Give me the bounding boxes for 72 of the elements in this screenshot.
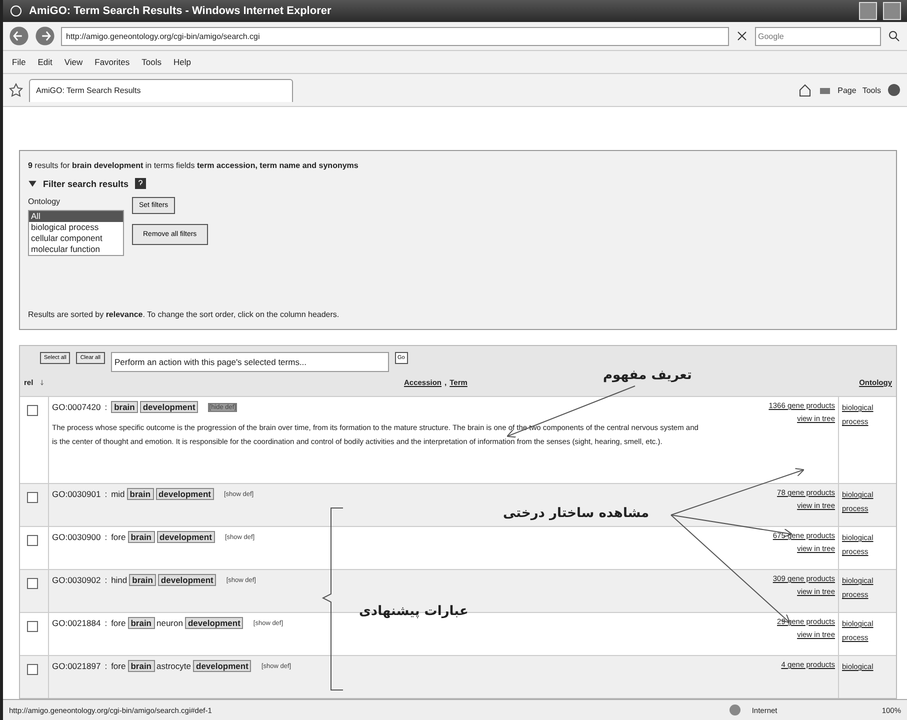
colon-separator: : (104, 575, 108, 585)
term-word: brain (128, 531, 154, 543)
row-checkbox[interactable] (27, 535, 38, 546)
colon-separator: : (104, 618, 108, 628)
ontology-option[interactable]: cellular component (29, 233, 123, 244)
ontology-option[interactable]: molecular function (29, 244, 123, 256)
menu-item[interactable]: Edit (34, 57, 56, 67)
home-icon (798, 83, 812, 97)
term-word: development (140, 401, 198, 413)
command-button[interactable]: Tools (862, 86, 881, 94)
minimize-button[interactable] (859, 2, 877, 20)
menu-item[interactable]: View (61, 57, 86, 67)
colon-separator: : (104, 661, 108, 671)
address-field[interactable]: http://amigo.geneontology.org/cgi-bin/amigo/search.cgi (61, 26, 729, 46)
forward-icon (35, 26, 55, 46)
filter-heading[interactable]: Filter search results (43, 178, 129, 188)
maximize-button[interactable] (883, 2, 901, 20)
menu-item[interactable]: File (9, 57, 29, 67)
accession-id: GO:0021884 (52, 618, 101, 628)
browser-tab[interactable]: AmiGO: Term Search Results (29, 78, 293, 102)
term-word: neuron (156, 618, 183, 628)
ontology-label: Ontology (28, 197, 62, 206)
term-word: brain (129, 574, 156, 586)
triangle-down-icon[interactable] (28, 179, 37, 188)
ontology-option[interactable]: biological process (29, 222, 123, 234)
star-icon (9, 83, 23, 97)
close-icon (735, 29, 749, 43)
row-checkbox[interactable] (27, 492, 38, 503)
term-word: fore (111, 661, 126, 671)
colon-separator: : (104, 402, 108, 412)
annotation-label: مشاهده ساختار درختی (503, 506, 650, 521)
accession-id: GO:0021897 (52, 661, 101, 671)
sort-note: Results are sorted by relevance. To change the sort order, click on the column headers. (28, 310, 340, 319)
menu-item[interactable]: Tools (138, 57, 164, 67)
row-checkbox[interactable] (27, 621, 38, 632)
action-dropdown[interactable]: Perform an action with this page's selected terms... (110, 352, 389, 372)
term-word: hind (111, 575, 128, 585)
accession-id: GO:0030901 (52, 489, 101, 499)
term-word: mid (111, 489, 125, 499)
term-word: brain (111, 401, 138, 413)
back-icon (9, 26, 29, 46)
search-field[interactable]: Google (755, 26, 881, 46)
row-checkbox[interactable] (27, 664, 38, 675)
term-word: fore (111, 618, 126, 628)
menu-item[interactable]: Help (170, 57, 194, 67)
term-word: development (156, 488, 214, 500)
row-checkbox[interactable] (27, 405, 38, 416)
term-word: fore (111, 532, 126, 542)
accession-id: GO:0030902 (52, 575, 101, 585)
annotation-label: عبارات پیشنهادی (359, 604, 468, 619)
menu-item[interactable]: Favorites (92, 57, 133, 67)
results-summary: 9 results for brain development in terms fields term accession, term name and synonyms (28, 161, 360, 170)
colon-separator: : (104, 489, 108, 499)
colon-separator: : (104, 532, 108, 542)
row-checkbox[interactable] (27, 578, 38, 589)
accession-id: GO:0007420 (52, 402, 101, 412)
command-button[interactable]: Page (838, 86, 856, 94)
term-word: brain (128, 617, 154, 629)
window-title: AmiGO: Term Search Results - Windows Internet Explorer (29, 5, 332, 17)
term-word: development (193, 660, 252, 672)
sort-arrow-icon (39, 378, 46, 387)
term-word: brain (128, 660, 154, 672)
term-word: development (156, 531, 215, 543)
search-icon (887, 29, 901, 43)
ontology-option[interactable]: All (29, 211, 123, 222)
annotation-label: تعریف مفهوم (603, 368, 692, 383)
term-word: development (184, 617, 244, 629)
ontology-list[interactable]: All biological process cellular component molecular function (28, 210, 124, 256)
term-word: development (158, 574, 216, 586)
term-word: brain (126, 488, 154, 500)
term-word: astrocyte (156, 661, 191, 671)
accession-id: GO:0030900 (52, 532, 101, 542)
